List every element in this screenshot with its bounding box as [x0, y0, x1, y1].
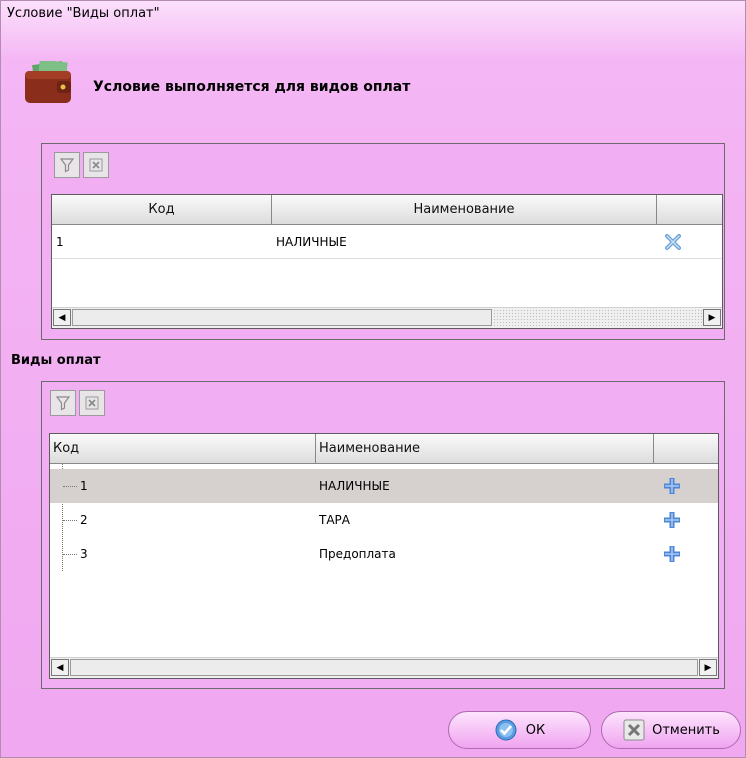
clear-filter-button[interactable] [79, 390, 105, 416]
filter-button[interactable] [54, 152, 80, 178]
window-title: Условие "Виды оплат" [7, 6, 160, 21]
row-code: 1 [80, 479, 88, 493]
ok-label: ОК [525, 722, 546, 738]
payment-types-grid: Код Наименование 1 НАЛИЧНЫЕ 2 ТАРА 3 Пре… [49, 433, 719, 679]
remove-button[interactable] [664, 225, 682, 259]
tree-row[interactable]: 1 НАЛИЧНЫЕ [50, 469, 718, 503]
table-row[interactable]: 1 НАЛИЧНЫЕ [52, 225, 722, 259]
filter-icon [59, 158, 75, 173]
tree-branch [63, 486, 77, 487]
cancel-label: Отменить [652, 722, 720, 738]
row-name: Предоплата [319, 547, 396, 561]
clear-icon [89, 158, 103, 172]
scroll-thumb[interactable] [70, 659, 698, 676]
cancel-icon [623, 719, 645, 741]
column-header-name[interactable]: Наименование [272, 195, 657, 225]
column-header-action [654, 434, 718, 464]
selected-payments-grid: Код Наименование 1 НАЛИЧНЫЕ ◀ ▶ [51, 194, 723, 329]
payment-types-label: Виды оплат [11, 353, 101, 368]
condition-heading: Условие выполняется для видов оплат [93, 79, 411, 95]
plus-icon [664, 546, 680, 562]
plus-icon [664, 512, 680, 528]
add-button[interactable] [662, 469, 682, 503]
row-name: НАЛИЧНЫЕ [276, 235, 347, 249]
dialog-window: Условие "Виды оплат" Условие выполняется… [0, 0, 746, 758]
column-header-code[interactable]: Код [50, 434, 316, 464]
scroll-right-button[interactable]: ▶ [699, 659, 717, 676]
horizontal-scrollbar[interactable]: ◀ ▶ [52, 307, 722, 328]
tree-row[interactable]: 2 ТАРА [50, 503, 718, 537]
row-code: 3 [80, 547, 88, 561]
ok-button[interactable]: ОК [448, 711, 591, 749]
column-header-action [657, 195, 722, 225]
row-code: 1 [56, 235, 64, 249]
payment-types-panel: Код Наименование 1 НАЛИЧНЫЕ 2 ТАРА 3 Пре… [41, 381, 725, 689]
tree-branch [63, 554, 77, 555]
row-code: 2 [80, 513, 88, 527]
wallet-icon [25, 61, 71, 103]
scroll-thumb[interactable] [72, 309, 492, 326]
plus-icon [664, 478, 680, 494]
scroll-right-button[interactable]: ▶ [703, 309, 721, 326]
scroll-left-button[interactable]: ◀ [51, 659, 69, 676]
cancel-button[interactable]: Отменить [601, 711, 741, 749]
tree-row[interactable]: 3 Предоплата [50, 537, 718, 571]
tree-branch [63, 520, 77, 521]
add-button[interactable] [662, 537, 682, 571]
checkmark-icon [495, 719, 517, 741]
remove-icon [665, 234, 681, 250]
column-header-code[interactable]: Код [52, 195, 272, 225]
horizontal-scrollbar[interactable]: ◀ ▶ [50, 657, 718, 678]
filter-icon [55, 396, 71, 411]
scroll-track[interactable] [493, 309, 703, 326]
scroll-left-button[interactable]: ◀ [53, 309, 71, 326]
clear-icon [85, 396, 99, 410]
filter-button[interactable] [50, 390, 76, 416]
row-name: ТАРА [319, 513, 350, 527]
row-name: НАЛИЧНЫЕ [319, 479, 390, 493]
clear-filter-button[interactable] [83, 152, 109, 178]
selected-payments-panel: Код Наименование 1 НАЛИЧНЫЕ ◀ ▶ [41, 143, 725, 340]
add-button[interactable] [662, 503, 682, 537]
column-header-name[interactable]: Наименование [316, 434, 654, 464]
